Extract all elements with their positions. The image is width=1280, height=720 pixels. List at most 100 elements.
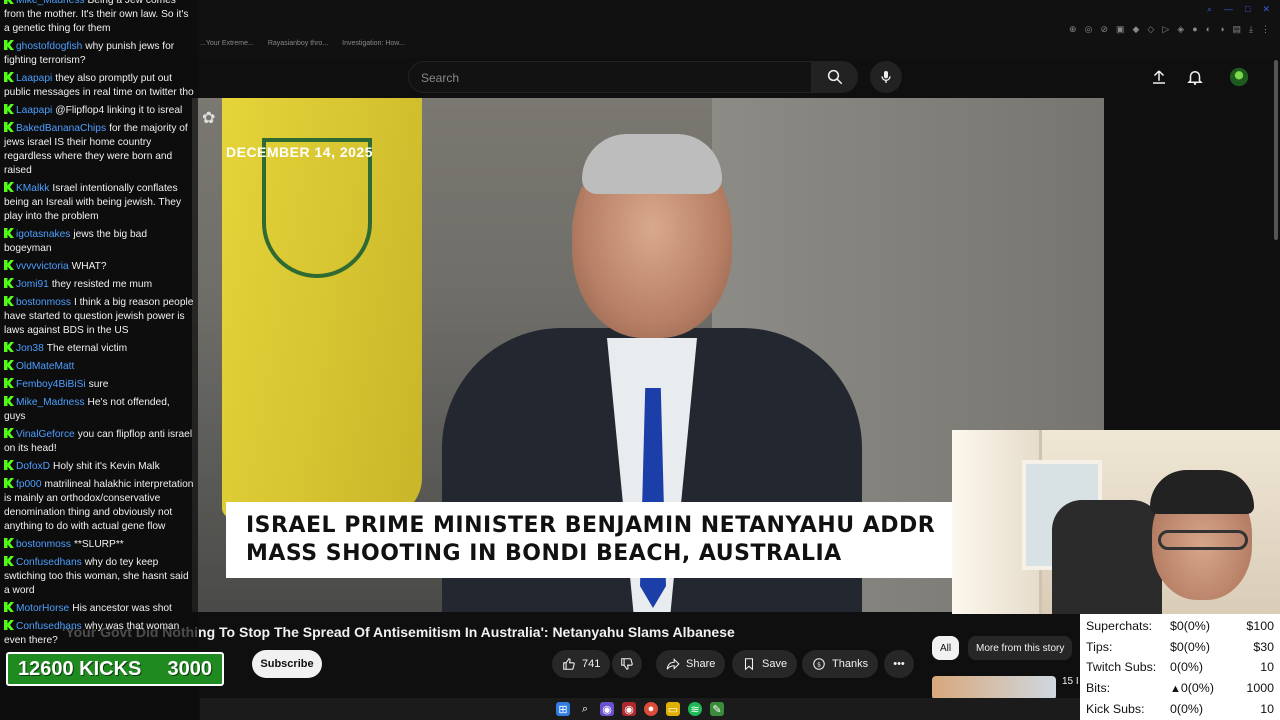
upload-button[interactable] [1148, 66, 1170, 88]
search-button[interactable] [812, 61, 858, 93]
chat-username[interactable]: BakedBananaChips [16, 123, 106, 134]
spotify-icon[interactable]: ≋ [688, 702, 702, 716]
maximize-icon[interactable]: □ [1245, 4, 1250, 15]
chat-username[interactable]: vvvvvictoria [16, 261, 69, 272]
like-count: 741 [582, 658, 601, 670]
shield-icon[interactable]: ◆ [1133, 24, 1140, 35]
chat-username[interactable]: DofoxD [16, 461, 50, 472]
search-input[interactable]: Search [408, 61, 812, 93]
upload-icon [1153, 70, 1165, 84]
recommended-title[interactable]: 15 I [1062, 676, 1079, 687]
chat-username[interactable]: Laapapi [16, 105, 52, 116]
chat-username[interactable]: Femboy4BiBiSi [16, 379, 86, 390]
chat-text: @Flipflop4 linking it to isreal [55, 105, 183, 116]
save-button[interactable]: Save [732, 650, 798, 678]
chat-username[interactable]: igotasnakes [16, 229, 70, 240]
kick-badge-icon [4, 360, 14, 370]
extension-icon[interactable]: ● [1192, 24, 1197, 35]
stat-value: $0(0%) [1170, 639, 1210, 654]
avatar-icon [1229, 67, 1249, 87]
windows-start-icon[interactable]: ⊞ [556, 702, 570, 716]
chat-username[interactable]: OldMateMatt [16, 361, 74, 372]
dislike-button[interactable] [612, 650, 642, 678]
chat-username[interactable]: Confusedhans [16, 557, 82, 568]
stat-label: Kick Subs: [1086, 701, 1145, 716]
chat-username[interactable]: Mike_Madness [16, 397, 85, 408]
chat-username[interactable]: Laapapi [16, 73, 52, 84]
sound-icon[interactable]: ◐ [1206, 24, 1211, 35]
extension-icon[interactable]: ◎ [1085, 24, 1093, 35]
chat-username[interactable]: KMalkk [16, 183, 49, 194]
chat-message: OldMateMatt [4, 360, 194, 374]
notifications-button[interactable] [1184, 66, 1206, 88]
search-icon[interactable]: ⌕ [1207, 4, 1212, 15]
chat-message: vvvvvictoria WHAT? [4, 260, 194, 274]
chat-username[interactable]: Confusedhans [16, 621, 82, 632]
avatar[interactable] [1228, 66, 1250, 88]
chat-message: Confusedhans why was that woman even ther… [4, 620, 194, 648]
chat-username[interactable]: Jon38 [16, 343, 44, 354]
app-icon[interactable]: ◉ [622, 702, 636, 716]
menu-icon[interactable]: ⋮ [1261, 24, 1270, 35]
chat-username[interactable]: VinalGeforce [16, 429, 75, 440]
video-lower-third: ISRAEL PRIME MINISTER BENJAMIN NETANYAHU… [226, 502, 956, 578]
video-date-tag: DECEMBER 14, 2025 [226, 144, 374, 160]
like-button[interactable]: 741 [552, 650, 611, 678]
bookmark-item[interactable]: Investigation: How... [342, 40, 405, 47]
stat-goal: 10 [1260, 660, 1274, 675]
extension-icon[interactable]: ◇ [1147, 24, 1154, 35]
chat-message: Femboy4BiBiSi sure [4, 378, 194, 392]
recommended-thumbnail[interactable] [932, 676, 1056, 700]
browser-icon[interactable]: ● [644, 702, 658, 716]
extension-icon[interactable]: ◑ [1219, 24, 1224, 35]
chip-more-from-story[interactable]: More from this story [968, 636, 1073, 660]
kick-badge-icon [4, 72, 14, 82]
chat-text: sure [88, 379, 109, 390]
extension-icon[interactable]: ▣ [1116, 24, 1125, 35]
kicks-goal-bar: 12600 KICKS 3000 [6, 652, 224, 686]
broadcaster-logo: ✿ [202, 110, 216, 127]
chat-username[interactable]: bostonmoss [16, 539, 71, 550]
chat-username[interactable]: MotorHorse [16, 603, 69, 614]
kick-badge-icon [4, 602, 14, 612]
chat-username[interactable]: Mike_Madness [16, 0, 85, 6]
kick-badge-icon [4, 396, 14, 406]
thanks-button[interactable]: $ Thanks [802, 650, 879, 678]
screen: ⌕ — □ ✕ ⊕ ◎ ⊘ ▣ ◆ ◇ ▷ ◈ ● ◐ ◑ ▤ ⤓ ⋮ ...Y… [0, 0, 1280, 720]
webcam-gaming-chair [1052, 500, 1162, 614]
chat-username[interactable]: ghostofdogfish [16, 41, 82, 52]
thumbs-down-icon [621, 658, 633, 670]
chat-username[interactable]: Jomi91 [16, 279, 49, 290]
app-icon[interactable]: ◉ [600, 702, 614, 716]
warning-icon: ▲ [1170, 683, 1181, 696]
chat-overlay: Mike_Madness Being a Jew comes from the m… [0, 0, 198, 720]
chat-username[interactable]: bostonmoss [16, 297, 71, 308]
more-actions-button[interactable]: ••• [884, 650, 914, 678]
minimize-icon[interactable]: — [1224, 4, 1233, 15]
page-scrollbar[interactable] [1274, 60, 1278, 240]
subscribe-button[interactable]: Subscribe [252, 650, 322, 678]
lower-third-line: MASS SHOOTING IN BONDI BEACH, AUSTRALIA [246, 541, 842, 566]
kick-badge-icon [4, 620, 14, 630]
zoom-icon[interactable]: ⊕ [1069, 24, 1077, 35]
thanks-label: Thanks [832, 658, 869, 670]
bookmark-item[interactable]: ...Your Extreme... [200, 40, 254, 47]
app-icon[interactable]: ✎ [710, 702, 724, 716]
extension-icon[interactable]: ⊘ [1100, 24, 1108, 35]
share-button[interactable]: Share [656, 650, 726, 678]
extension-icon[interactable]: ▤ [1233, 24, 1242, 35]
search-icon[interactable]: ⌕ [578, 702, 592, 716]
folder-icon[interactable]: ▭ [666, 702, 680, 716]
download-icon[interactable]: ⤓ [1249, 24, 1253, 35]
webcam-streamer-cap [1150, 470, 1254, 514]
chat-username[interactable]: fp000 [16, 479, 42, 490]
bookmark-item[interactable]: Rayasianboy thro... [268, 40, 328, 47]
chat-message: Confusedhans why do tey keep swtiching to… [4, 556, 194, 598]
play-icon[interactable]: ▷ [1162, 24, 1169, 35]
extension-icon[interactable]: ◈ [1177, 24, 1184, 35]
close-icon[interactable]: ✕ [1262, 4, 1270, 15]
chat-message: Mike_Madness He's not offended, guys [4, 396, 194, 424]
voice-search-button[interactable] [870, 61, 902, 93]
chip-all[interactable]: All [932, 636, 960, 660]
stat-value: $0(0%) [1170, 619, 1210, 634]
